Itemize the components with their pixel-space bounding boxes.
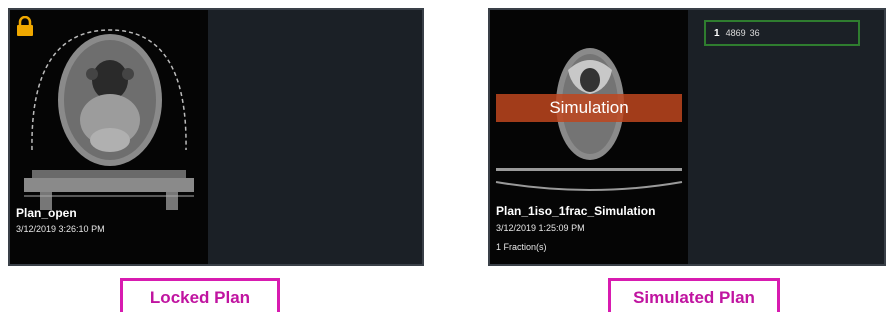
plan-name: Plan_open [16,206,77,220]
plan-thumbnail[interactable]: Simulation Plan_1iso_1frac_Simulation 3/… [490,10,688,264]
locked-plan-card[interactable]: Plan_open 3/12/2019 3:26:10 PM [8,8,424,266]
plan-name: Plan_1iso_1frac_Simulation [496,204,656,218]
plan-date: 3/12/2019 3:26:10 PM [16,224,105,234]
simulated-plan-card[interactable]: Simulation Plan_1iso_1frac_Simulation 3/… [488,8,886,266]
plan-detail-panel [208,10,422,264]
plan-detail-panel: 1 4869 36 [688,10,884,264]
simulation-banner: Simulation [496,94,682,122]
simulated-plan-caption: Simulated Plan [608,278,780,312]
lock-icon [17,16,33,36]
field-value-1: 4869 [725,28,746,38]
plan-date: 3/12/2019 1:25:09 PM [496,223,585,233]
field-entry[interactable]: 1 4869 36 [704,20,860,46]
locked-plan-caption: Locked Plan [120,278,280,312]
fraction-count: 1 Fraction(s) [496,242,547,252]
field-index: 1 [714,28,720,39]
plan-thumbnail[interactable]: Plan_open 3/12/2019 3:26:10 PM [10,10,208,264]
field-value-2: 36 [749,28,760,38]
